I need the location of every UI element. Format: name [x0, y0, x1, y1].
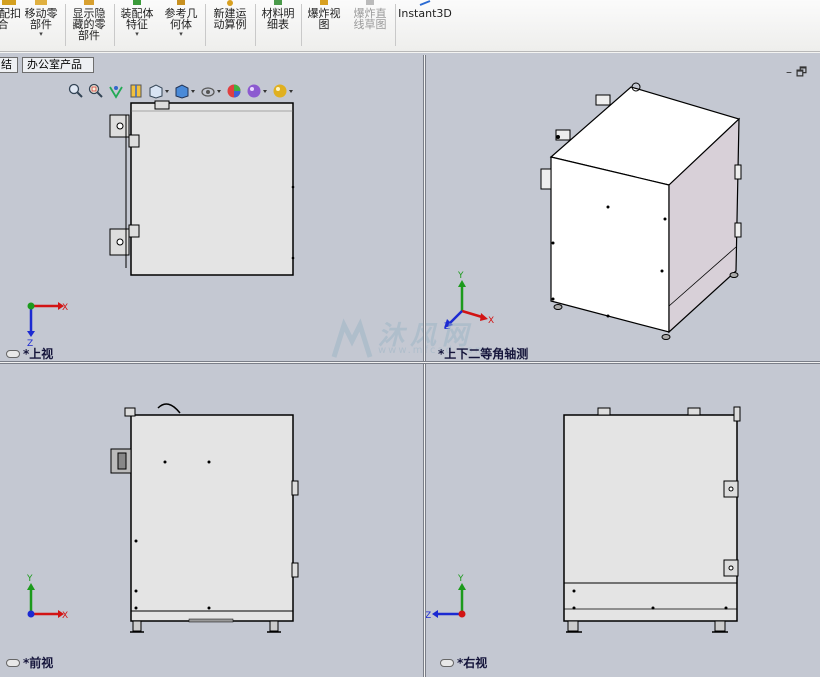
motion-study-icon	[227, 0, 233, 6]
chevron-down-icon[interactable]: ▾	[116, 30, 158, 39]
view-link-icon[interactable]	[6, 349, 20, 358]
ribbon-label: 装配体 特征	[120, 7, 154, 31]
viewport-name: *上下二等角轴测	[438, 347, 529, 361]
ribbon-label: 参考几 何体	[164, 7, 198, 31]
reference-geometry-icon	[177, 0, 185, 5]
ribbon-label: 爆炸视 图	[307, 7, 341, 31]
watermark-icon	[331, 318, 373, 358]
viewport-splitter-horizontal[interactable]	[0, 361, 820, 364]
ribbon-button-move-component[interactable]: 移动零 部件 ▾	[20, 0, 62, 52]
ribbon-button-explode-line-sketch[interactable]: 爆炸直 线草图	[347, 0, 393, 52]
viewport-label-top[interactable]: *上视	[6, 345, 53, 362]
ribbon-label: 显示隐 藏的零 部件	[72, 7, 106, 42]
isometric-view-cabinet[interactable]	[540, 82, 742, 340]
move-component-icon	[35, 0, 47, 5]
ribbon-button-instant3d[interactable]: Instant3D	[398, 0, 452, 52]
axis-triad-right: Y Z	[425, 574, 466, 621]
ribbon-button-reference-geometry[interactable]: 参考几 何体 ▾	[160, 0, 202, 52]
axis-triad-top: X Z	[27, 302, 68, 349]
viewport-label-front[interactable]: *前视	[6, 654, 53, 671]
svg-text:Y: Y	[26, 574, 33, 584]
explode-line-sketch-icon	[366, 0, 374, 5]
ribbon-label: 移动零 部件	[24, 7, 58, 31]
ribbon-label: 新建运 动算例	[213, 7, 247, 31]
viewport-label-right[interactable]: *右视	[440, 654, 487, 671]
svg-text:X: X	[62, 611, 68, 621]
instant3d-icon	[419, 0, 431, 6]
top-view-cabinet[interactable]	[109, 100, 295, 276]
ribbon-button-assembly-features[interactable]: 装配体 特征 ▾	[116, 0, 158, 52]
ribbon-button-show-hidden[interactable]: 显示隐 藏的零 部件	[67, 0, 111, 52]
viewport-name: *右视	[457, 656, 488, 670]
front-view-cabinet[interactable]	[110, 403, 299, 633]
axis-triad-front: Y X	[26, 574, 68, 621]
ribbon-button-bill-of-materials[interactable]: 材料明 细表	[257, 0, 299, 52]
assembly-features-icon	[133, 0, 141, 5]
ribbon-button-new-motion-study[interactable]: 新建运 动算例	[207, 0, 253, 52]
right-view-cabinet[interactable]	[563, 406, 741, 633]
snap-icon	[2, 0, 16, 5]
svg-text:Y: Y	[457, 271, 464, 281]
ribbon-label: 材料明 细表	[261, 7, 295, 31]
command-manager-ribbon: 装配扣 合 移动零 部件 ▾ 显示隐 藏的零 部件 装配体 特征 ▾ 参考几 何…	[0, 0, 820, 52]
chevron-down-icon[interactable]: ▾	[160, 30, 202, 39]
bill-of-materials-icon	[274, 0, 282, 5]
viewport-splitter-vertical[interactable]	[423, 55, 426, 677]
graphics-area[interactable]: 结 办公室产品 – 🗗 X Z Y X Z Y X Y Z 沐风网 www.mf…	[0, 53, 820, 677]
svg-text:Y: Y	[457, 574, 464, 584]
exploded-view-icon	[320, 0, 328, 5]
viewport-name: *上视	[23, 347, 54, 361]
viewport-label-isometric[interactable]: *上下二等角轴测	[438, 345, 528, 362]
chevron-down-icon[interactable]: ▾	[20, 30, 62, 39]
ribbon-button-snap[interactable]: 装配扣 合	[0, 0, 21, 52]
ribbon-label: Instant3D	[398, 7, 452, 20]
show-hidden-components-icon	[84, 0, 94, 5]
ribbon-button-exploded-view[interactable]: 爆炸视 图	[303, 0, 345, 52]
view-link-icon[interactable]	[6, 658, 20, 667]
viewport-graphics: X Z Y X Z Y X Y Z	[26, 82, 742, 633]
viewport-name: *前视	[23, 656, 54, 670]
ribbon-label: 装配扣 合	[0, 7, 21, 31]
view-link-icon[interactable]	[440, 658, 454, 667]
svg-text:X: X	[62, 303, 68, 313]
ribbon-label: 爆炸直 线草图	[353, 7, 387, 31]
